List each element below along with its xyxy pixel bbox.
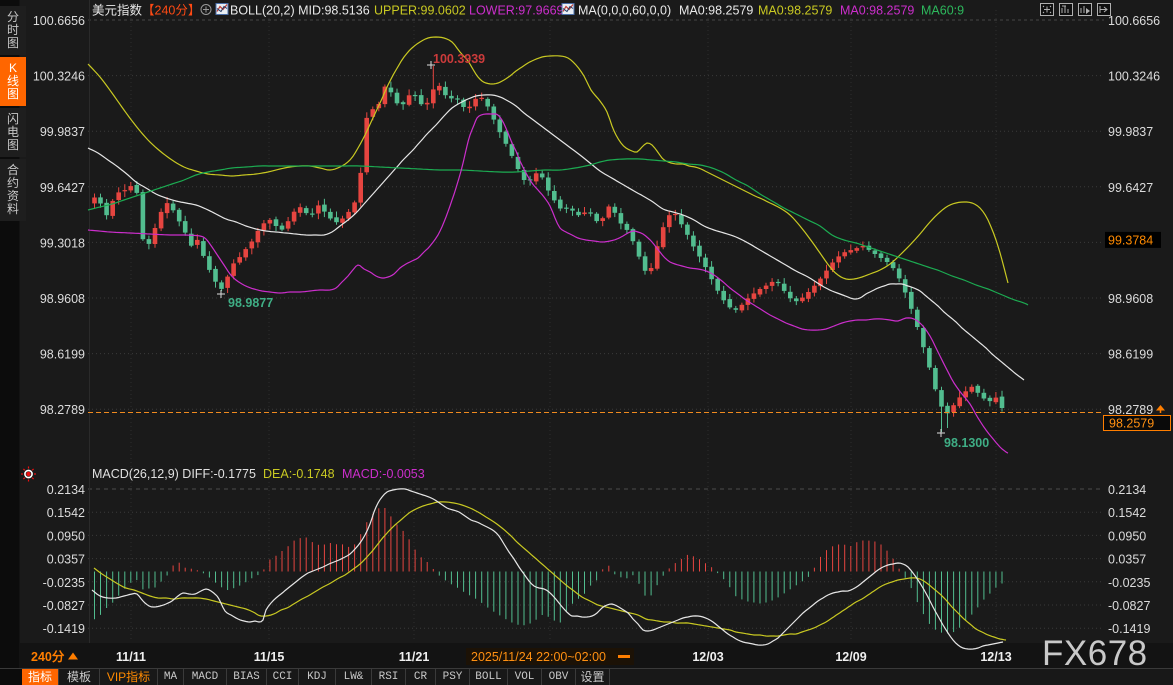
svg-text:100.3246: 100.3246 <box>1108 70 1160 84</box>
svg-text:98.6199: 98.6199 <box>1108 348 1153 362</box>
svg-text:99.9837: 99.9837 <box>1108 125 1153 139</box>
svg-text:12/09: 12/09 <box>835 650 866 664</box>
svg-text:MACD:-0.0053: MACD:-0.0053 <box>342 467 425 481</box>
svg-text:240分: 240分 <box>31 649 65 664</box>
svg-text:BOLL(20,2) MID:98.5136: BOLL(20,2) MID:98.5136 <box>230 4 370 18</box>
svg-text:DEA:-0.1748: DEA:-0.1748 <box>263 467 335 481</box>
svg-text:0.0950: 0.0950 <box>47 529 85 543</box>
svg-text:-0.0827: -0.0827 <box>43 599 85 613</box>
svg-text:MACD(26,12,9) DIFF:-0.1775: MACD(26,12,9) DIFF:-0.1775 <box>92 467 256 481</box>
svg-text:99.3018: 99.3018 <box>40 236 85 250</box>
svg-text:100.3246: 100.3246 <box>33 70 85 84</box>
svg-text:99.3784: 99.3784 <box>1108 233 1153 247</box>
svg-text:0.2134: 0.2134 <box>47 483 85 497</box>
svg-text:MA0:98.2579: MA0:98.2579 <box>840 4 914 18</box>
svg-text:99.6427: 99.6427 <box>1108 181 1153 195</box>
svg-text:0.1542: 0.1542 <box>1108 506 1146 520</box>
svg-text:2025/11/24 22:00~02:00: 2025/11/24 22:00~02:00 <box>471 650 606 664</box>
svg-text:11/21: 11/21 <box>399 650 430 664</box>
svg-text:美元指数: 美元指数 <box>92 3 143 18</box>
svg-text:100.6656: 100.6656 <box>33 14 85 28</box>
svg-text:98.6199: 98.6199 <box>40 348 85 362</box>
svg-text:11/15: 11/15 <box>254 650 285 664</box>
svg-text:MA0:98.2579: MA0:98.2579 <box>679 4 753 18</box>
svg-text:98.9608: 98.9608 <box>1108 292 1153 306</box>
svg-text:99.6427: 99.6427 <box>40 181 85 195</box>
svg-text:LOWER:97.9669: LOWER:97.9669 <box>469 4 564 18</box>
svg-text:-0.0235: -0.0235 <box>1108 576 1150 590</box>
svg-text:12/13: 12/13 <box>980 650 1011 664</box>
svg-text:MA0:98.2579: MA0:98.2579 <box>758 4 832 18</box>
svg-text:UPPER:99.0602: UPPER:99.0602 <box>374 4 466 18</box>
svg-text:-0.1419: -0.1419 <box>43 622 85 636</box>
svg-text:98.9608: 98.9608 <box>40 292 85 306</box>
svg-text:98.2579: 98.2579 <box>1109 417 1154 431</box>
svg-text:98.2789: 98.2789 <box>40 403 85 417</box>
svg-text:0.2134: 0.2134 <box>1108 483 1146 497</box>
svg-text:0.0357: 0.0357 <box>1108 553 1146 567</box>
svg-text:MA(0,0,0,60,0,0): MA(0,0,0,60,0,0) <box>578 4 671 18</box>
svg-text:11/11: 11/11 <box>116 650 146 664</box>
svg-text:0.0950: 0.0950 <box>1108 529 1146 543</box>
svg-text:98.1300: 98.1300 <box>944 436 989 450</box>
svg-text:MA60:9: MA60:9 <box>921 4 964 18</box>
svg-text:-0.0827: -0.0827 <box>1108 599 1150 613</box>
svg-text:99.9837: 99.9837 <box>40 125 85 139</box>
svg-text:0.0357: 0.0357 <box>47 553 85 567</box>
svg-text:98.9877: 98.9877 <box>228 296 273 310</box>
svg-text:0.1542: 0.1542 <box>47 506 85 520</box>
svg-text:100.6656: 100.6656 <box>1108 14 1160 28</box>
svg-text:【240分】: 【240分】 <box>142 4 200 18</box>
svg-text:12/03: 12/03 <box>692 650 723 664</box>
svg-text:-0.0235: -0.0235 <box>43 576 85 590</box>
svg-text:100.3939: 100.3939 <box>433 52 485 66</box>
